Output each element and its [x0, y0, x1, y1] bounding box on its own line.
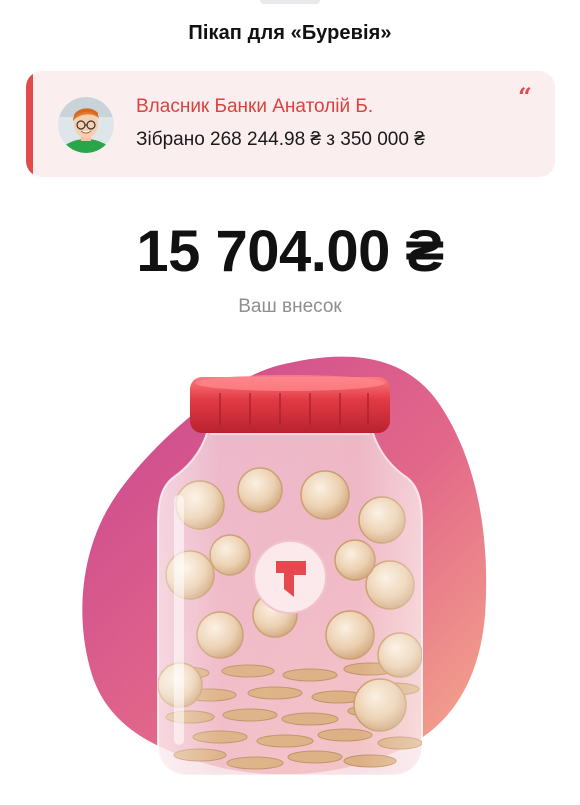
jar-svg	[82, 356, 487, 776]
person-avatar-icon	[58, 97, 114, 153]
owner-card-accent	[26, 71, 33, 177]
quote-icon: “	[518, 82, 532, 111]
coin-jar-illustration-icon	[70, 345, 510, 800]
monobank-flag-logo-icon	[253, 540, 327, 614]
contribution-amount: 15 704.00 ₴	[136, 219, 444, 284]
contribution-caption: Ваш внесок	[238, 296, 342, 317]
page-title: Пікап для «Буревія»	[188, 22, 392, 44]
avatar	[58, 97, 114, 153]
grabber-handle	[260, 0, 320, 4]
owner-name: Власник Банки Анатолій Б.	[136, 96, 374, 117]
collected-progress-text: Зібрано 268 244.98 ₴ з 350 000 ₴	[136, 129, 425, 150]
